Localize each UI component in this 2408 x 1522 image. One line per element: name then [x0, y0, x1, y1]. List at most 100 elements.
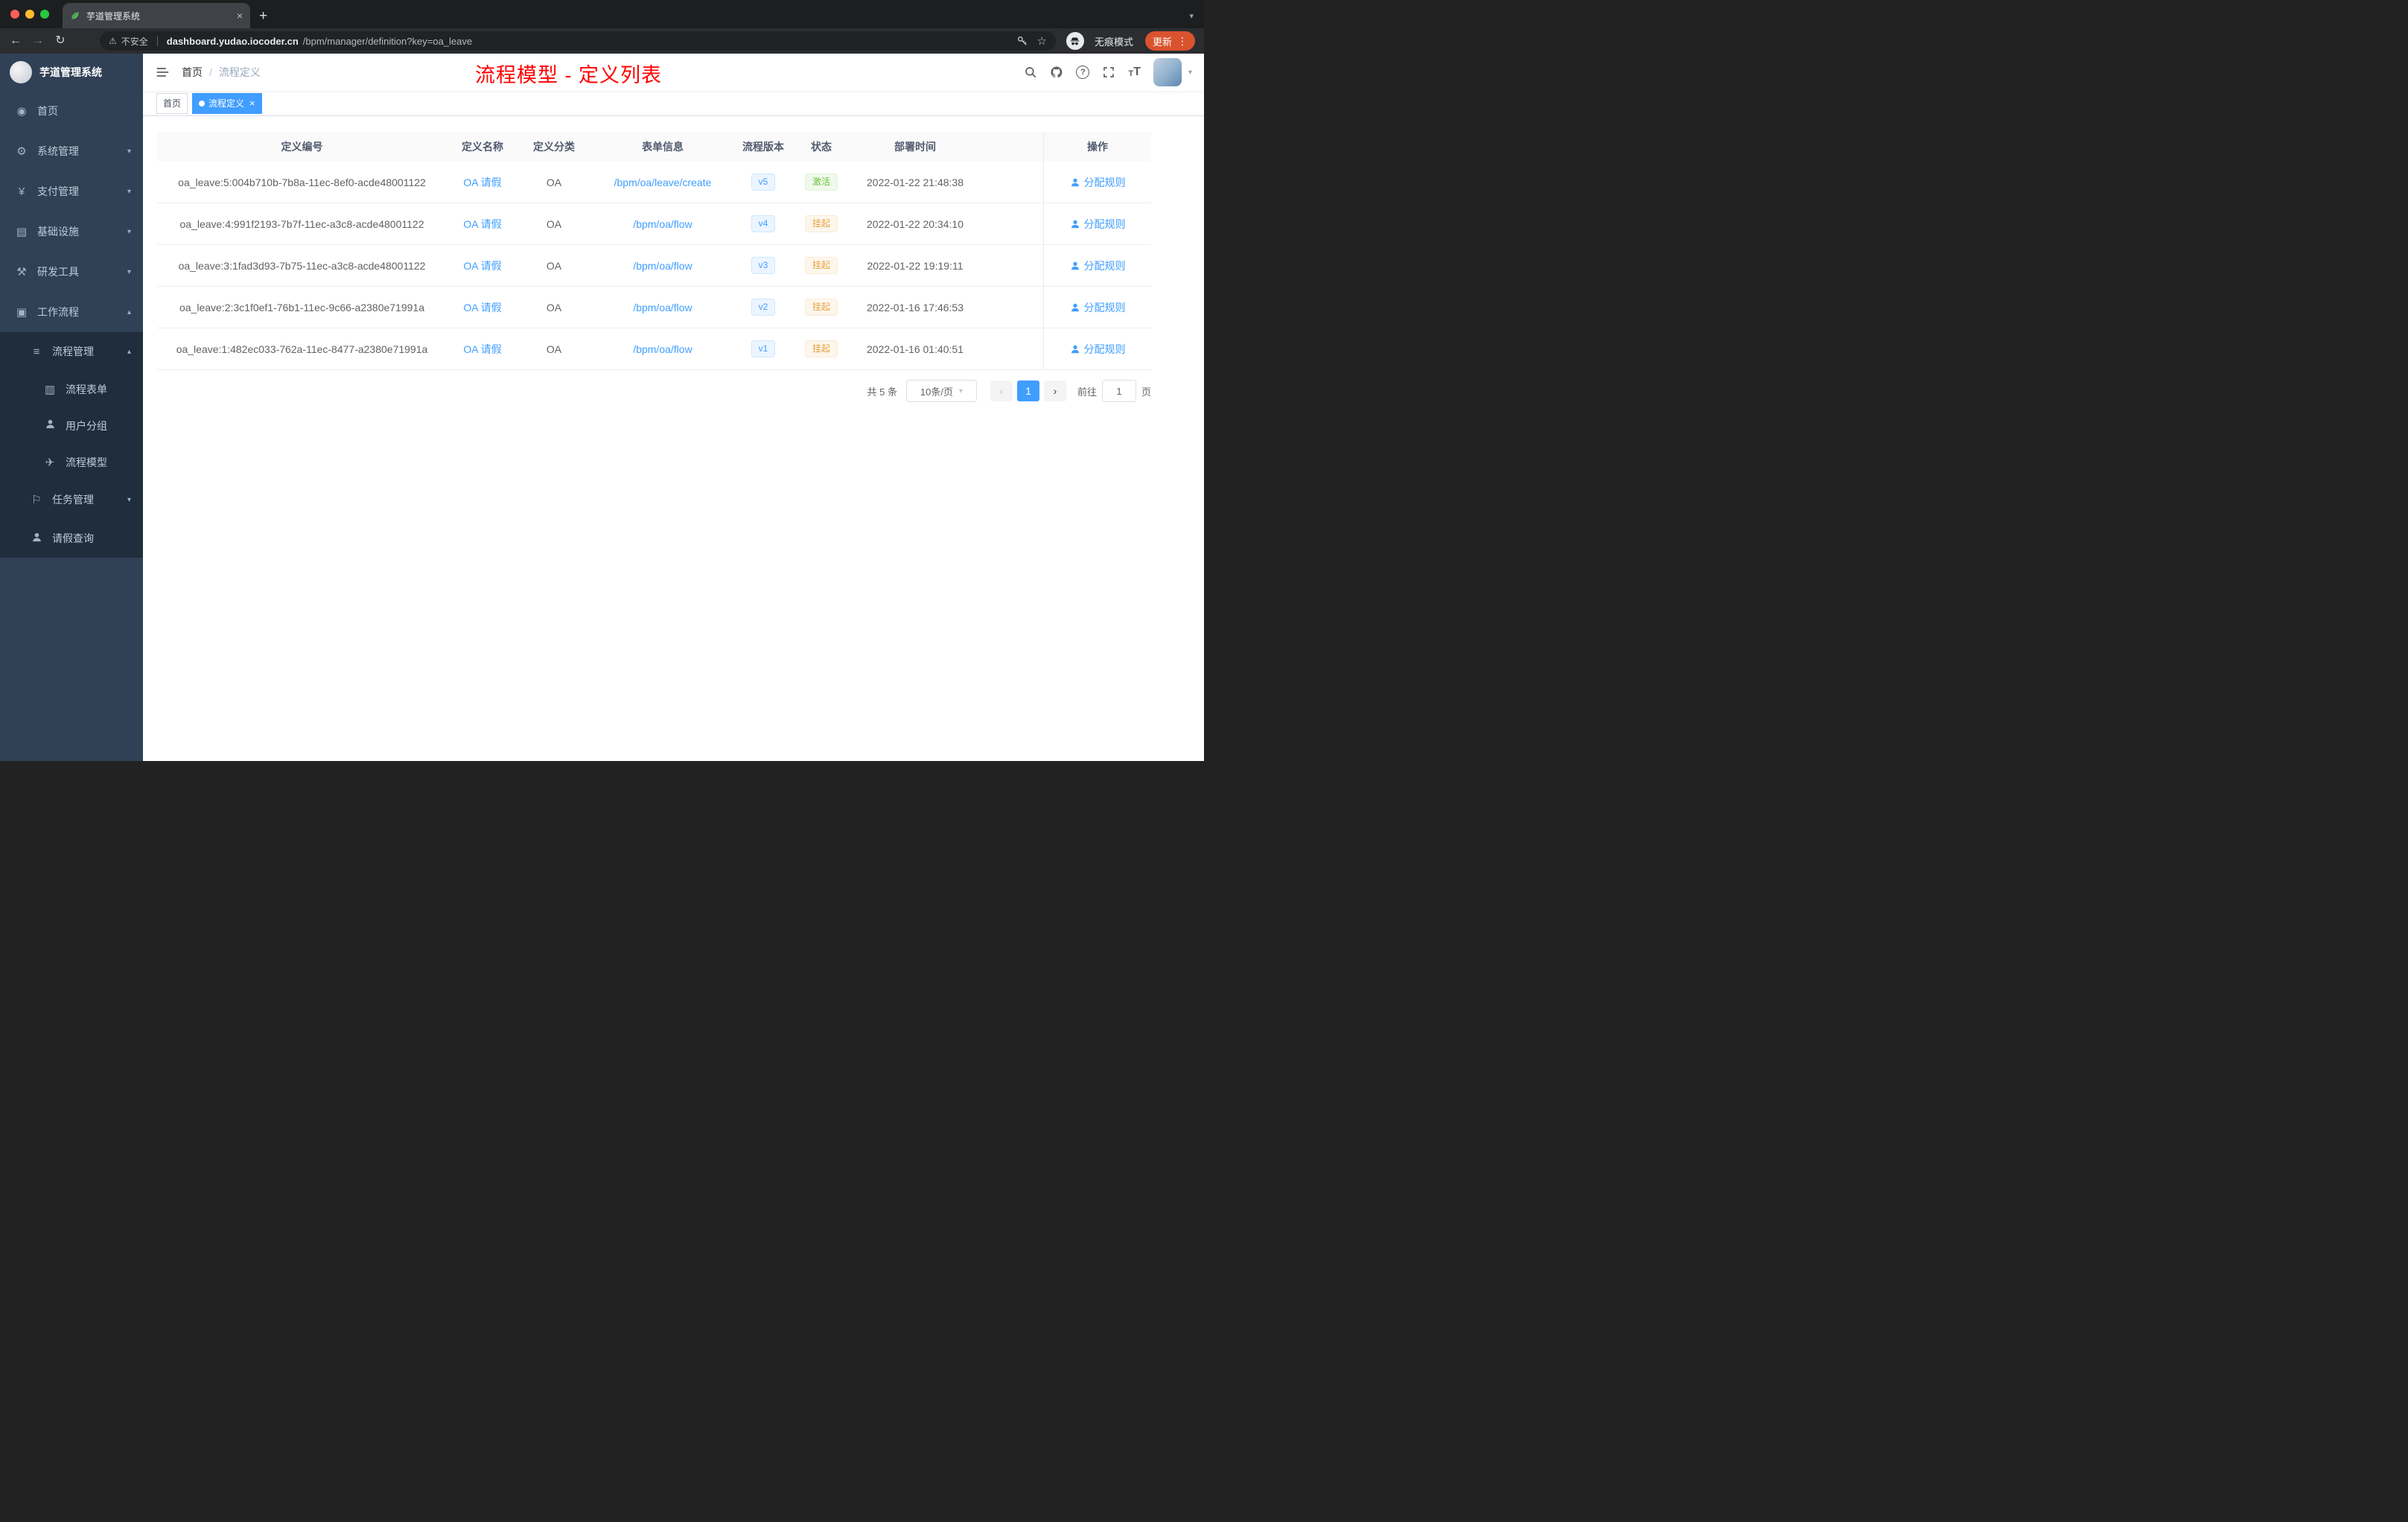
- next-page-button[interactable]: ›: [1043, 380, 1066, 401]
- definition-table: 定义编号 定义名称 定义分类 表单信息 流程版本 状态 部署时间 操作 oa_l…: [157, 132, 1151, 370]
- breadcrumb-current: 流程定义: [218, 66, 261, 78]
- workflow-icon: ▣: [16, 306, 28, 319]
- page-title: 流程模型 - 定义列表: [475, 63, 662, 86]
- security-warning-icon: ⚠: [109, 36, 117, 46]
- goto-page-input[interactable]: [1101, 380, 1136, 402]
- pagination-total: 共 5 条: [867, 386, 897, 398]
- status-badge: 挂起: [804, 257, 838, 274]
- person-icon: [1071, 220, 1079, 228]
- url-domain: dashboard.yudao.iocoder.cn: [166, 35, 299, 47]
- main-area: 首页 / 流程定义 流程模型 - 定义列表 ? T T ▾ 首页 流程定义 × …: [143, 54, 1204, 761]
- deploy-time: 2022-01-16 01:40:51: [867, 343, 963, 355]
- breadcrumb-separator: /: [209, 66, 212, 78]
- form-link[interactable]: /bpm/oa/flow: [590, 343, 736, 355]
- goto-label: 前往: [1077, 386, 1097, 398]
- omnibox-actions: ☆: [1016, 34, 1047, 48]
- form-link[interactable]: /bpm/oa/flow: [590, 302, 736, 313]
- page-number-button[interactable]: 1: [1016, 380, 1039, 401]
- definition-category: OA: [546, 301, 562, 313]
- bookmark-star-icon[interactable]: ☆: [1037, 34, 1047, 48]
- person-icon: [1071, 261, 1079, 270]
- tag-process-definition[interactable]: 流程定义 ×: [192, 92, 262, 114]
- definition-name-link[interactable]: OA 请假: [447, 258, 518, 273]
- person-icon: [30, 532, 43, 546]
- search-icon[interactable]: [1024, 66, 1037, 79]
- header-status: 状态: [811, 141, 832, 153]
- page-size-select[interactable]: 10条/页 ▾: [905, 380, 977, 402]
- assign-rule-link[interactable]: 分配规则: [1070, 300, 1126, 315]
- table-row: oa_leave:2:3c1f0ef1-76b1-11ec-9c66-a2380…: [157, 287, 1151, 328]
- sidebar-item-process-model[interactable]: ✈ 流程模型: [0, 444, 143, 480]
- help-icon[interactable]: ?: [1076, 66, 1090, 79]
- definition-name-link[interactable]: OA 请假: [447, 300, 518, 315]
- back-button[interactable]: ←: [7, 35, 24, 47]
- assign-rule-link[interactable]: 分配规则: [1070, 258, 1126, 273]
- avatar-caret-icon[interactable]: ▾: [1188, 69, 1192, 77]
- address-bar[interactable]: ⚠ 不安全 dashboard.yudao.iocoder.cn /bpm/ma…: [100, 31, 1056, 51]
- status-badge: 激活: [804, 173, 838, 191]
- sidebar: 芋道管理系统 ◉ 首页 ⚙ 系统管理 ▾ ¥ 支付管理 ▾ ▤ 基础设施 ▾ ⚒…: [0, 54, 143, 761]
- sidebar-item-user-group[interactable]: 用户分组: [0, 407, 143, 444]
- flag-icon: ⚐: [31, 494, 42, 506]
- forward-button[interactable]: →: [30, 35, 46, 47]
- tag-close-icon[interactable]: ×: [249, 98, 255, 108]
- user-avatar[interactable]: [1153, 58, 1182, 86]
- deploy-time: 2022-01-22 21:48:38: [867, 176, 963, 188]
- sidebar-item-process-management[interactable]: ≡ 流程管理 ▴: [0, 332, 143, 371]
- hamburger-icon[interactable]: [155, 65, 170, 80]
- version-badge: v1: [751, 340, 776, 357]
- minimize-window-button[interactable]: [25, 10, 34, 19]
- browser-tab[interactable]: 芋道管理系统 ×: [63, 3, 250, 28]
- browser-window: 芋道管理系统 × + ▾ ← → ↻ ⚠ 不安全 dashboard.yudao…: [0, 0, 1204, 761]
- definition-category: OA: [546, 217, 562, 230]
- sidebar-item-leave-query[interactable]: 请假查询: [0, 519, 143, 558]
- maximize-window-button[interactable]: [40, 10, 49, 19]
- github-icon[interactable]: [1050, 66, 1063, 79]
- form-link[interactable]: /bpm/oa/flow: [590, 260, 736, 272]
- assign-rule-link[interactable]: 分配规则: [1070, 175, 1126, 190]
- breadcrumb-home[interactable]: 首页: [182, 65, 203, 80]
- sidebar-item-system[interactable]: ⚙ 系统管理 ▾: [0, 131, 143, 171]
- sidebar-item-devtools[interactable]: ⚒ 研发工具 ▾: [0, 252, 143, 292]
- definition-name-link[interactable]: OA 请假: [447, 217, 518, 232]
- tools-icon: ⚒: [16, 266, 27, 278]
- version-badge: v2: [751, 299, 776, 316]
- font-size-icon[interactable]: TT: [1128, 66, 1141, 78]
- url-separator: [156, 36, 158, 46]
- chevron-up-icon: ▴: [127, 347, 131, 356]
- close-window-button[interactable]: [10, 10, 19, 19]
- table-header-row: 定义编号 定义名称 定义分类 表单信息 流程版本 状态 部署时间 操作: [157, 132, 1151, 162]
- goto-page-unit: 页: [1141, 386, 1151, 398]
- sidebar-item-task-management[interactable]: ⚐ 任务管理 ▾: [0, 480, 143, 519]
- reload-button[interactable]: ↻: [52, 35, 69, 47]
- tab-close-icon[interactable]: ×: [237, 10, 243, 21]
- form-link[interactable]: /bpm/oa/leave/create: [590, 176, 736, 188]
- pagination: 共 5 条 10条/页 ▾ ‹ 1 › 前往 页: [157, 380, 1151, 402]
- new-tab-button[interactable]: +: [259, 9, 267, 23]
- sidebar-item-home[interactable]: ◉ 首页: [0, 91, 143, 131]
- sidebar-item-process-form[interactable]: ▥ 流程表单: [0, 371, 143, 407]
- sidebar-item-payment[interactable]: ¥ 支付管理 ▾: [0, 171, 143, 211]
- assign-rule-link[interactable]: 分配规则: [1070, 342, 1126, 357]
- page-content: 定义编号 定义名称 定义分类 表单信息 流程版本 状态 部署时间 操作 oa_l…: [143, 116, 1204, 761]
- paper-plane-icon: ✈: [45, 456, 55, 469]
- definition-name-link[interactable]: OA 请假: [447, 342, 518, 357]
- tag-home[interactable]: 首页: [156, 92, 188, 114]
- sidebar-item-workflow[interactable]: ▣ 工作流程 ▴: [0, 292, 143, 332]
- assign-rule-link[interactable]: 分配规则: [1070, 217, 1126, 232]
- definition-name-link[interactable]: OA 请假: [447, 175, 518, 190]
- breadcrumb: 首页 / 流程定义: [182, 65, 261, 80]
- tab-strip: 芋道管理系统 × + ▾: [0, 0, 1204, 28]
- prev-page-button[interactable]: ‹: [990, 380, 1013, 401]
- chrome-update-button[interactable]: 更新 ⋮: [1144, 31, 1195, 51]
- navbar-actions: ? TT ▾: [1024, 58, 1192, 86]
- url-path: /bpm/manager/definition?key=oa_leave: [302, 35, 473, 47]
- app-title: 芋道管理系统: [39, 66, 102, 78]
- tab-search-icon[interactable]: ▾: [1189, 11, 1194, 21]
- fullscreen-icon[interactable]: [1102, 66, 1115, 79]
- chevron-up-icon: ▴: [127, 308, 131, 316]
- deploy-time: 2022-01-22 19:19:11: [867, 259, 963, 272]
- form-link[interactable]: /bpm/oa/flow: [590, 218, 736, 230]
- sidebar-item-infrastructure[interactable]: ▤ 基础设施 ▾: [0, 211, 143, 252]
- key-icon[interactable]: [1016, 35, 1028, 47]
